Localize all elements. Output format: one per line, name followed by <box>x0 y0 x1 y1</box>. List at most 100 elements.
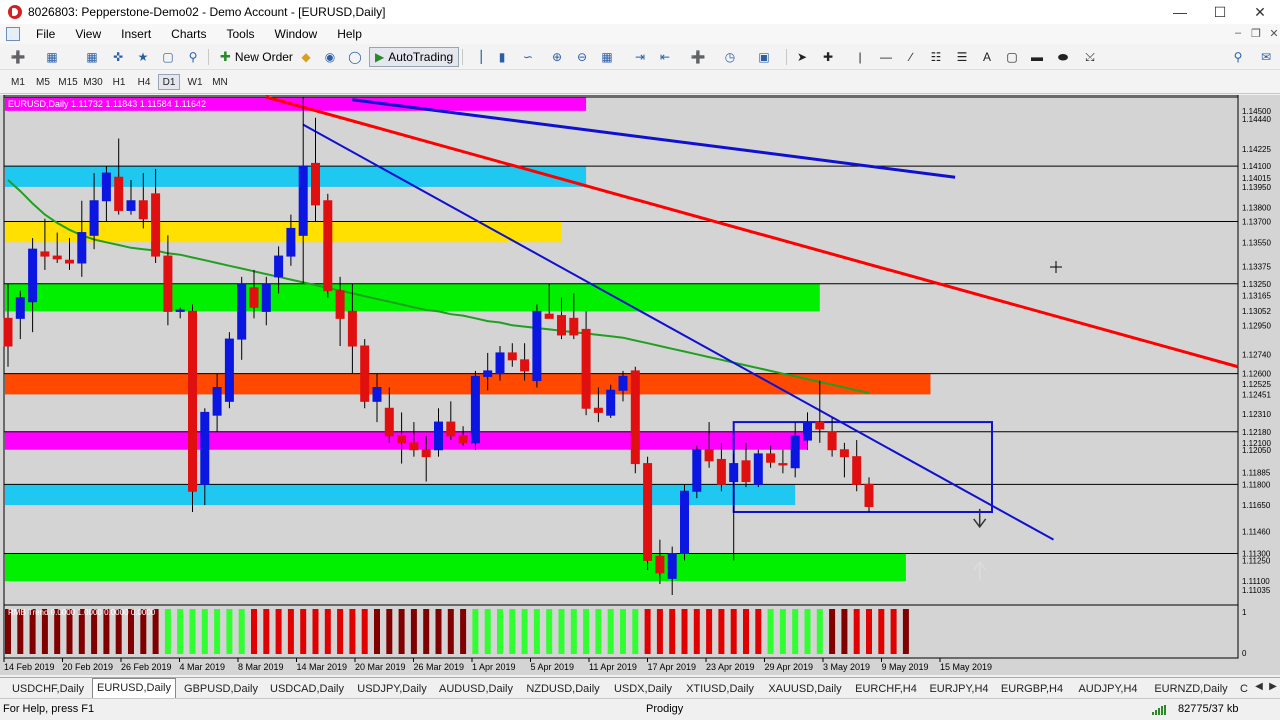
metaeditor-icon[interactable]: ◆ <box>296 48 316 66</box>
search-icon[interactable]: ⚲ <box>1228 48 1248 66</box>
chat-icon[interactable]: ✉ <box>1256 48 1276 66</box>
terminal-icon[interactable]: ▢ <box>158 48 178 66</box>
zone-yellow-2 <box>5 221 562 243</box>
candle-body <box>298 165 308 236</box>
horizontal-line-icon[interactable]: — <box>876 48 896 66</box>
text-label-icon[interactable]: ▢ <box>1002 48 1022 66</box>
rectangle-icon[interactable]: ▬ <box>1027 48 1047 66</box>
chart-shift-icon[interactable]: ⇥ <box>630 48 650 66</box>
menu-help[interactable]: Help <box>327 24 372 44</box>
tab-xtiusd[interactable]: XTIUSD,Daily <box>678 680 762 698</box>
mdi-minimize-icon[interactable]: – <box>1230 27 1246 39</box>
tab-overflow[interactable]: C <box>1236 680 1252 698</box>
menu-view[interactable]: View <box>65 24 111 44</box>
maximize-icon[interactable]: ☐ <box>1200 0 1240 24</box>
tile-windows-icon[interactable]: ▦ <box>597 48 617 66</box>
candle-body <box>360 345 370 402</box>
mdi-close-icon[interactable]: ✕ <box>1266 27 1280 40</box>
zoom-in-icon[interactable]: ⊕ <box>547 48 567 66</box>
menu-file[interactable]: File <box>26 24 65 44</box>
period-h1[interactable]: H1 <box>108 74 130 90</box>
period-m30[interactable]: M30 <box>82 74 104 90</box>
indicator-bar <box>214 609 221 654</box>
new-chart-icon[interactable]: ➕ <box>8 48 28 66</box>
toolbar-separator <box>786 49 787 65</box>
tab-audjpy[interactable]: AUDJPY,H4 <box>1070 680 1146 698</box>
indicator-bar <box>484 609 491 654</box>
date-label: 14 Feb 2019 <box>4 662 55 672</box>
indicator-bar <box>398 609 405 654</box>
trendline-icon[interactable]: ∕ <box>901 48 921 66</box>
candle-body <box>790 435 800 469</box>
period-d1[interactable]: D1 <box>158 74 180 90</box>
line-chart-icon[interactable]: ∽ <box>518 48 538 66</box>
market-icon[interactable]: ◯ <box>345 48 365 66</box>
tab-usdx[interactable]: USDX,Daily <box>608 680 678 698</box>
equidistant-channel-icon[interactable]: ☷ <box>926 48 946 66</box>
strategy-tester-icon[interactable]: ⚲ <box>183 48 203 66</box>
new-order-button[interactable]: ✚ New Order <box>214 47 299 67</box>
help-text: For Help, press F1 <box>3 703 95 715</box>
tab-eurnzd[interactable]: EURNZD,Daily <box>1146 680 1236 698</box>
tab-usdcad[interactable]: USDCAD,Daily <box>264 680 350 698</box>
tab-scroll-left-icon[interactable]: ◀ <box>1252 681 1266 695</box>
tab-gbpusd[interactable]: GBPUSD,Daily <box>178 680 264 698</box>
tab-xauusd[interactable]: XAUUSD,Daily <box>762 680 848 698</box>
price-label: 1.14015 <box>1242 174 1271 183</box>
period-m5[interactable]: M5 <box>32 74 54 90</box>
vertical-line-icon[interactable]: | <box>850 48 870 66</box>
date-label: 17 Apr 2019 <box>648 662 697 672</box>
mdi-restore-icon[interactable]: ❐ <box>1248 27 1264 40</box>
arrows-icon[interactable]: ⤩ <box>1080 48 1100 66</box>
indicator-bar <box>656 609 663 654</box>
indicators-icon[interactable]: ➕ <box>688 48 708 66</box>
period-m15[interactable]: M15 <box>57 74 79 90</box>
zoom-out-icon[interactable]: ⊖ <box>572 48 592 66</box>
period-w1[interactable]: W1 <box>184 74 206 90</box>
tab-audusd[interactable]: AUDUSD,Daily <box>434 680 518 698</box>
price-label: 1.11885 <box>1242 469 1271 478</box>
profiles-icon[interactable]: ▦ <box>42 48 62 66</box>
ellipse-icon[interactable]: ⬬ <box>1053 48 1073 66</box>
tab-eurusd[interactable]: EURUSD,Daily <box>92 678 176 698</box>
minimize-icon[interactable]: — <box>1160 0 1200 24</box>
auto-scroll-icon[interactable]: ⇤ <box>655 48 675 66</box>
period-h4[interactable]: H4 <box>133 74 155 90</box>
indicator-bar <box>287 609 294 654</box>
chart-window[interactable]: EURUSD,Daily 1.11732 1.11843 1.11584 1.1… <box>0 95 1280 675</box>
market-watch-icon[interactable]: ▦ <box>82 48 102 66</box>
menu-insert[interactable]: Insert <box>111 24 161 44</box>
candle-body <box>470 375 480 444</box>
tab-nzdusd[interactable]: NZDUSD,Daily <box>518 680 608 698</box>
period-mn[interactable]: MN <box>209 74 231 90</box>
tab-eurchf[interactable]: EURCHF,H4 <box>848 680 924 698</box>
close-icon[interactable]: ✕ <box>1240 0 1280 24</box>
tab-eurjpy[interactable]: EURJPY,H4 <box>924 680 994 698</box>
menu-tools[interactable]: Tools <box>217 24 265 44</box>
tab-scroll-right-icon[interactable]: ▶ <box>1266 681 1280 695</box>
navigator-icon[interactable]: ★ <box>133 48 153 66</box>
price-label: 1.12740 <box>1242 350 1271 359</box>
menu-window[interactable]: Window <box>265 24 328 44</box>
cursor-icon[interactable]: ➤ <box>792 48 812 66</box>
tab-usdchf[interactable]: USDCHF,Daily <box>4 680 92 698</box>
crosshair-icon[interactable]: ✚ <box>818 48 838 66</box>
candle-body <box>643 463 653 561</box>
text-icon[interactable]: A <box>977 48 997 66</box>
indicator-bar <box>779 609 786 654</box>
period-m1[interactable]: M1 <box>7 74 29 90</box>
menu-charts[interactable]: Charts <box>161 24 216 44</box>
tab-eurgbp[interactable]: EURGBP,H4 <box>994 680 1070 698</box>
indicator-bar <box>472 609 479 654</box>
candlestick-icon[interactable]: ▮ <box>492 48 512 66</box>
templates-icon[interactable]: ▣ <box>754 48 774 66</box>
data-window-icon[interactable]: ✜ <box>108 48 128 66</box>
signals-icon[interactable]: ◉ <box>320 48 340 66</box>
tab-usdjpy[interactable]: USDJPY,Daily <box>350 680 434 698</box>
app-logo-icon <box>8 5 22 19</box>
bar-chart-icon[interactable]: ▕ <box>467 48 487 66</box>
fibonacci-icon[interactable]: ☰ <box>952 48 972 66</box>
periods-icon[interactable]: ◷ <box>720 48 740 66</box>
price-chart[interactable]: EURUSD,Daily 1.11732 1.11843 1.11584 1.1… <box>0 95 1280 675</box>
auto-trading-button[interactable]: ▶ AutoTrading <box>369 47 460 67</box>
